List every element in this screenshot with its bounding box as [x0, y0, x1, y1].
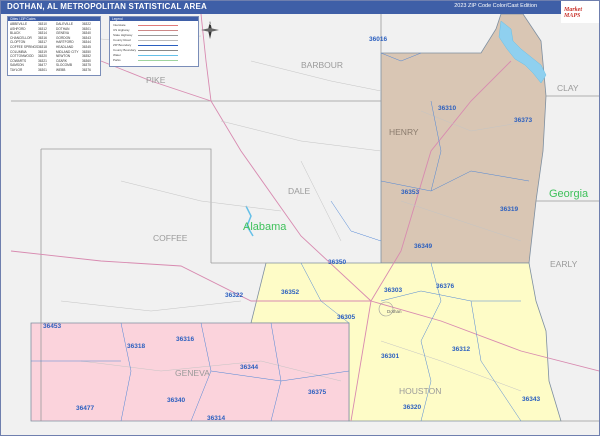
zip-label: 36016: [369, 36, 387, 43]
state-label-georgia: Georgia: [549, 188, 589, 200]
county-label-geneva: GENEVA: [175, 368, 210, 378]
zip-label: 36322: [225, 292, 243, 299]
index-city-name: ABBEVILLE: [10, 22, 28, 26]
compass-rose-icon: N: [201, 21, 219, 39]
key-item-label: Interstate: [113, 23, 126, 27]
key-item-label: Parks: [113, 58, 121, 62]
county-label-barbour: BARBOUR: [301, 60, 343, 70]
zip-label: 36301: [381, 353, 399, 360]
publisher-logo-text: Market MAPS: [564, 7, 582, 19]
zip-label: 36453: [43, 323, 61, 330]
zip-label: 36344: [240, 364, 258, 371]
county-label-dale: DALE: [288, 186, 311, 196]
index-zip-code: 36345: [82, 45, 91, 49]
zip-label: 36353: [401, 189, 419, 196]
compass-north-label: N: [209, 22, 212, 26]
map-key: Legend Interstate US Highway State Highway…: [109, 16, 199, 67]
zip-label: 36375: [308, 389, 326, 396]
zip-label: 36314: [207, 415, 225, 422]
county-label-pike: PIKE: [146, 75, 166, 85]
zip-label: 36318: [127, 343, 145, 350]
zip-label: 36320: [403, 404, 421, 411]
index-city-name: TAYLOR: [10, 68, 23, 72]
index-zip-code: 36322: [82, 22, 91, 26]
index-city-name: COFFEE SPRINGS: [10, 45, 39, 49]
title-bar: DOTHAN, AL METROPOLITAN STATISTICAL AREA…: [1, 1, 599, 14]
zip-label: 36349: [414, 243, 432, 250]
zip-label: 36305: [337, 314, 355, 321]
publisher-logo[interactable]: Market MAPS: [561, 1, 599, 23]
zip-label: 36340: [167, 397, 185, 404]
key-item-label: Water: [113, 53, 121, 57]
index-zip-code: 36376: [82, 68, 91, 72]
city-zip-index-header: Cities / ZIP Codes: [8, 17, 100, 21]
county-label-clay: CLAY: [557, 83, 579, 93]
map-key-header: Legend: [110, 17, 198, 21]
zip-label: 36376: [436, 283, 454, 290]
key-item-label: County Road: [113, 38, 131, 42]
county-label-coffee: COFFEE: [153, 233, 188, 243]
key-item-swatch: [138, 55, 178, 56]
key-item-swatch: [138, 25, 178, 26]
key-item-label: County Boundary: [113, 48, 137, 52]
map-title: DOTHAN, AL METROPOLITAN STATISTICAL AREA: [7, 2, 207, 11]
zip-label: 36373: [514, 117, 532, 124]
index-zip-code: 36318: [38, 45, 47, 49]
index-city-name: DALEVILLE: [56, 22, 74, 26]
zip-label: 36477: [76, 405, 94, 412]
zip-label: 36312: [452, 346, 470, 353]
key-item-swatch: [138, 60, 178, 61]
key-item-swatch: [138, 50, 178, 51]
key-item-swatch: [138, 40, 178, 41]
city-zip-index: Cities / ZIP Codes ABBEVILLE 36310 DALEVIL…: [7, 16, 101, 76]
zip-label: 36303: [384, 287, 402, 294]
key-item-swatch: [138, 35, 178, 36]
key-item-label: State Highway: [113, 33, 133, 37]
index-zip-code: 36310: [38, 22, 47, 26]
zip-label: 36319: [500, 206, 518, 213]
zip-label: 36310: [438, 105, 456, 112]
county-label-henry: HENRY: [389, 127, 419, 137]
city-label-dothan: Dothan: [387, 309, 402, 314]
map-canvas[interactable]: Dothan PIKE BARBOUR CLAY HENRY DALE COFF…: [1, 14, 599, 435]
key-item-swatch: [138, 45, 178, 46]
county-label-houston: HOUSTON: [399, 386, 441, 396]
index-city-name: WEBB: [56, 68, 66, 72]
edition-label: 2023 ZIP Code Color/Cast Edition: [454, 3, 537, 9]
zip-label: 36316: [176, 336, 194, 343]
index-zip-code: 36301: [38, 68, 47, 72]
county-label-early: EARLY: [550, 259, 578, 269]
state-label-alabama: Alabama: [243, 221, 287, 233]
index-city-name: HEADLAND: [56, 45, 74, 49]
zip-label: 36352: [281, 289, 299, 296]
key-item-swatch: [138, 30, 178, 31]
zip-label: 36343: [522, 396, 540, 403]
key-item-label: US Highway: [113, 28, 130, 32]
key-item-label: ZIP Boundary: [113, 43, 132, 47]
zip-label: 36350: [328, 259, 346, 266]
map-frame: Dothan PIKE BARBOUR CLAY HENRY DALE COFF…: [0, 0, 600, 436]
